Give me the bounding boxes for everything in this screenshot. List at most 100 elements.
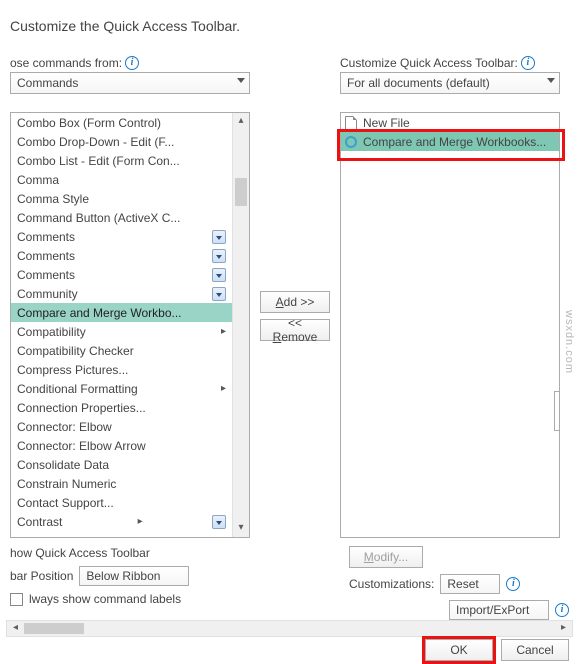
always-show-checkbox[interactable] bbox=[10, 593, 23, 606]
current-toolbar-listbox[interactable]: New File Compare and Merge Workbooks... bbox=[340, 112, 560, 538]
list-item-label: Contact Support... bbox=[17, 496, 114, 510]
list-item[interactable]: Contact Support... bbox=[11, 493, 232, 512]
list-item[interactable]: Comma bbox=[11, 170, 232, 189]
toolbar-position-value: Below Ribbon bbox=[86, 569, 160, 583]
list-item[interactable]: Compatibility ▸ bbox=[11, 322, 232, 341]
list-item-label: Command Button (ActiveX C... bbox=[17, 211, 180, 225]
list-item[interactable]: Combo Box (Form Control) bbox=[11, 113, 232, 132]
watermark: wsxdn.com bbox=[563, 310, 575, 374]
list-item[interactable]: Compare and Merge Workbo... bbox=[11, 303, 232, 322]
commands-listbox[interactable]: Combo Box (Form Control) Combo Drop-Down … bbox=[10, 112, 250, 538]
choose-commands-select[interactable]: Commands bbox=[10, 72, 250, 94]
list-item[interactable]: Conditional Formatting ▸ bbox=[11, 379, 232, 398]
choose-commands-label: ose commands from: bbox=[10, 56, 122, 70]
scroll-left-arrow[interactable]: ◂ bbox=[7, 621, 24, 636]
show-toolbar-label: how Quick Access Toolbar bbox=[10, 546, 250, 560]
reset-dropdown[interactable]: Reset bbox=[440, 574, 500, 594]
list-item-label: Compress Pictures... bbox=[17, 363, 128, 377]
scroll-thumb-h[interactable] bbox=[24, 623, 84, 634]
list-item-label: Compatibility Checker bbox=[17, 344, 134, 358]
scroll-up-arrow[interactable]: ▴ bbox=[233, 113, 249, 130]
list-item-label: New File bbox=[363, 116, 410, 130]
dropdown-icon bbox=[212, 249, 226, 263]
customize-scope-value: For all documents (default) bbox=[347, 76, 490, 90]
list-item-label: Compare and Merge Workbooks... bbox=[363, 135, 546, 149]
list-item-label: Compatibility bbox=[17, 325, 86, 339]
add-rest: dd >> bbox=[284, 295, 315, 309]
list-item-label: Contrast bbox=[17, 515, 62, 529]
list-item[interactable]: Combo Drop-Down - Edit (F... bbox=[11, 132, 232, 151]
list-item[interactable]: Consolidate Data bbox=[11, 455, 232, 474]
list-item[interactable]: Compatibility Checker bbox=[11, 341, 232, 360]
list-item[interactable]: Community bbox=[11, 284, 232, 303]
list-item-label: Connection Properties... bbox=[17, 401, 146, 415]
cancel-button[interactable]: Cancel bbox=[501, 639, 569, 661]
remove-prefix: << bbox=[288, 316, 302, 330]
document-icon bbox=[345, 116, 357, 130]
scrollbar-vertical[interactable]: ▴ ▾ bbox=[232, 113, 249, 537]
list-item[interactable]: Comma Style bbox=[11, 189, 232, 208]
list-item-label: Consolidate Data bbox=[17, 458, 109, 472]
list-item[interactable]: Comments bbox=[11, 246, 232, 265]
list-item[interactable]: Contrast ▸ bbox=[11, 512, 232, 531]
list-item-label: Community bbox=[17, 287, 78, 301]
list-item-label: Combo List - Edit (Form Con... bbox=[17, 154, 180, 168]
list-item-label: Comments bbox=[17, 249, 75, 263]
chevron-down-icon bbox=[547, 78, 555, 83]
info-icon[interactable]: i bbox=[125, 56, 139, 70]
list-item[interactable]: Connector: Elbow bbox=[11, 417, 232, 436]
scrollbar-horizontal[interactable]: ◂ ▸ bbox=[6, 620, 573, 637]
list-item[interactable]: Constrain Numeric bbox=[11, 474, 232, 493]
dropdown-icon bbox=[212, 268, 226, 282]
list-item-label: Comma Style bbox=[17, 192, 89, 206]
remove-button[interactable]: << Remove bbox=[260, 319, 330, 341]
list-item[interactable]: Connection Properties... bbox=[11, 398, 232, 417]
list-item-label: Compare and Merge Workbo... bbox=[17, 306, 182, 320]
list-item[interactable]: Compress Pictures... bbox=[11, 360, 232, 379]
info-icon[interactable]: i bbox=[506, 577, 520, 591]
list-item-label: Comments bbox=[17, 230, 75, 244]
info-icon[interactable]: i bbox=[555, 603, 569, 617]
customize-toolbar-label: Customize Quick Access Toolbar: bbox=[340, 56, 518, 70]
list-item-selected[interactable]: Compare and Merge Workbooks... bbox=[341, 132, 559, 151]
list-item[interactable]: Command Button (ActiveX C... bbox=[11, 208, 232, 227]
toolbar-position-select[interactable]: Below Ribbon bbox=[79, 566, 189, 586]
dialog-title: Customize the Quick Access Toolbar. bbox=[10, 18, 569, 34]
toolbar-position-label: bar Position bbox=[10, 569, 73, 583]
submenu-arrow-icon: ▸ bbox=[215, 383, 226, 394]
scroll-right-arrow[interactable]: ▸ bbox=[555, 621, 572, 636]
modify-button: Modify... bbox=[349, 546, 423, 568]
customizations-label: Customizations: bbox=[349, 577, 434, 591]
import-export-dropdown[interactable]: Import/ExPort bbox=[449, 600, 549, 620]
list-item-label: Conditional Formatting bbox=[17, 382, 138, 396]
remove-underline: R bbox=[273, 330, 282, 344]
list-item-label: Constrain Numeric bbox=[17, 477, 116, 491]
submenu-arrow-icon: ▸ bbox=[132, 516, 143, 527]
remove-rest: emove bbox=[281, 330, 317, 344]
list-item[interactable]: Comments bbox=[11, 265, 232, 284]
dropdown-icon bbox=[212, 230, 226, 244]
list-item[interactable]: Combo List - Edit (Form Con... bbox=[11, 151, 232, 170]
scroll-down-arrow[interactable]: ▾ bbox=[233, 520, 249, 537]
list-item[interactable]: New File bbox=[341, 113, 559, 132]
add-button[interactable]: Add >> bbox=[260, 291, 330, 313]
customize-scope-select[interactable]: For all documents (default) bbox=[340, 72, 560, 94]
scroll-thumb[interactable] bbox=[235, 178, 247, 206]
list-item-label: Connector: Elbow bbox=[17, 420, 112, 434]
list-item-label: Connector: Elbow Arrow bbox=[17, 439, 146, 453]
info-icon[interactable]: i bbox=[521, 56, 535, 70]
reorder-buttons[interactable] bbox=[554, 391, 560, 431]
list-item-label: Combo Drop-Down - Edit (F... bbox=[17, 135, 174, 149]
choose-commands-value: Commands bbox=[17, 76, 78, 90]
list-item-label: Comments bbox=[17, 268, 75, 282]
dropdown-icon bbox=[212, 515, 226, 529]
list-item-label: Combo Box (Form Control) bbox=[17, 116, 161, 130]
submenu-arrow-icon: ▸ bbox=[215, 326, 226, 337]
list-item-label: Comma bbox=[17, 173, 59, 187]
list-item[interactable]: Comments bbox=[11, 227, 232, 246]
ok-button[interactable]: OK bbox=[425, 639, 493, 661]
add-underline: A bbox=[276, 295, 284, 309]
chevron-down-icon bbox=[237, 78, 245, 83]
list-item[interactable]: Connector: Elbow Arrow bbox=[11, 436, 232, 455]
always-show-label: lways show command labels bbox=[29, 592, 181, 606]
